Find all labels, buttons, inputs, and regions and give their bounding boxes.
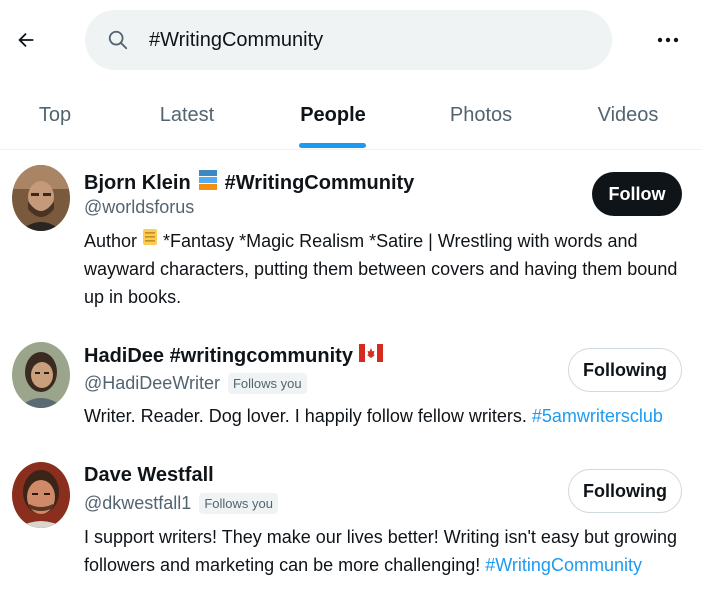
user-name[interactable]: Dave Westfall xyxy=(84,464,214,487)
back-button[interactable] xyxy=(8,22,44,58)
scroll-emoji-icon xyxy=(141,227,159,255)
bio-hashtag-link[interactable]: #5amwritersclub xyxy=(532,406,663,426)
user-handle[interactable]: @worldsforus xyxy=(84,197,194,218)
canada-flag-icon xyxy=(358,344,383,368)
follow-button[interactable]: Follow xyxy=(592,172,682,216)
tab-videos[interactable]: Videos xyxy=(585,80,671,150)
user-cell-hadidee[interactable]: HadiDee #writingcommunity @HadiDeeWriter… xyxy=(0,330,702,440)
search-box[interactable] xyxy=(85,10,612,70)
user-handle[interactable]: @HadiDeeWriter Follows you xyxy=(84,373,307,394)
avatar[interactable] xyxy=(12,462,70,528)
user-cell-dave-westfall[interactable]: Dave Westfall @dkwestfall1 Follows you F… xyxy=(0,450,702,600)
display-name: Bjorn Klein xyxy=(84,171,191,194)
display-name-hashtag: #WritingCommunity xyxy=(224,171,415,194)
user-bio: Writer. Reader. Dog lover. I happily fol… xyxy=(84,402,684,430)
user-name[interactable]: HadiDee #writingcommunity xyxy=(84,344,389,368)
handle-text: @worldsforus xyxy=(84,197,195,217)
search-input[interactable] xyxy=(149,28,549,52)
bio-text: *Fantasy *Magic Realism *Satire | Wrestl… xyxy=(84,231,678,307)
tab-people[interactable]: People xyxy=(290,80,376,150)
back-arrow-icon xyxy=(18,32,34,48)
bio-prefix: Author xyxy=(84,231,138,251)
follows-you-badge: Follows you xyxy=(227,373,307,394)
tab-photos[interactable]: Photos xyxy=(438,80,524,150)
handle-text: @HadiDeeWriter xyxy=(84,373,220,393)
handle-text: @dkwestfall1 xyxy=(84,493,192,513)
display-name: Dave Westfall xyxy=(84,464,214,486)
follows-you-badge: Follows you xyxy=(199,493,278,514)
avatar[interactable] xyxy=(12,165,70,231)
following-button[interactable]: Following xyxy=(568,348,682,392)
avatar[interactable] xyxy=(12,342,70,408)
bio-hashtag-link[interactable]: #WritingCommunity xyxy=(485,555,642,575)
search-tabs: Top Latest People Photos Videos xyxy=(0,80,702,150)
search-icon xyxy=(107,28,131,52)
more-dots-icon xyxy=(657,37,679,43)
following-button[interactable]: Following xyxy=(568,469,682,513)
books-emoji-icon xyxy=(197,168,219,198)
user-cell-bjorn-klein[interactable]: Bjorn Klein #WritingCommunity @worldsfor… xyxy=(0,150,702,320)
bio-text: Writer. Reader. Dog lover. I happily fol… xyxy=(84,406,527,426)
tab-latest[interactable]: Latest xyxy=(143,80,231,150)
user-handle[interactable]: @dkwestfall1 Follows you xyxy=(84,493,278,514)
tab-top[interactable]: Top xyxy=(20,80,90,150)
active-tab-indicator xyxy=(299,143,366,148)
user-bio: I support writers! They make our lives b… xyxy=(84,523,684,579)
top-bar xyxy=(0,0,702,80)
more-options-button[interactable] xyxy=(650,24,686,56)
display-name: HadiDee #writingcommunity xyxy=(84,344,353,367)
user-bio: Author *Fantasy *Magic Realism *Satire | … xyxy=(84,227,684,311)
user-name[interactable]: Bjorn Klein #WritingCommunity xyxy=(84,168,414,198)
